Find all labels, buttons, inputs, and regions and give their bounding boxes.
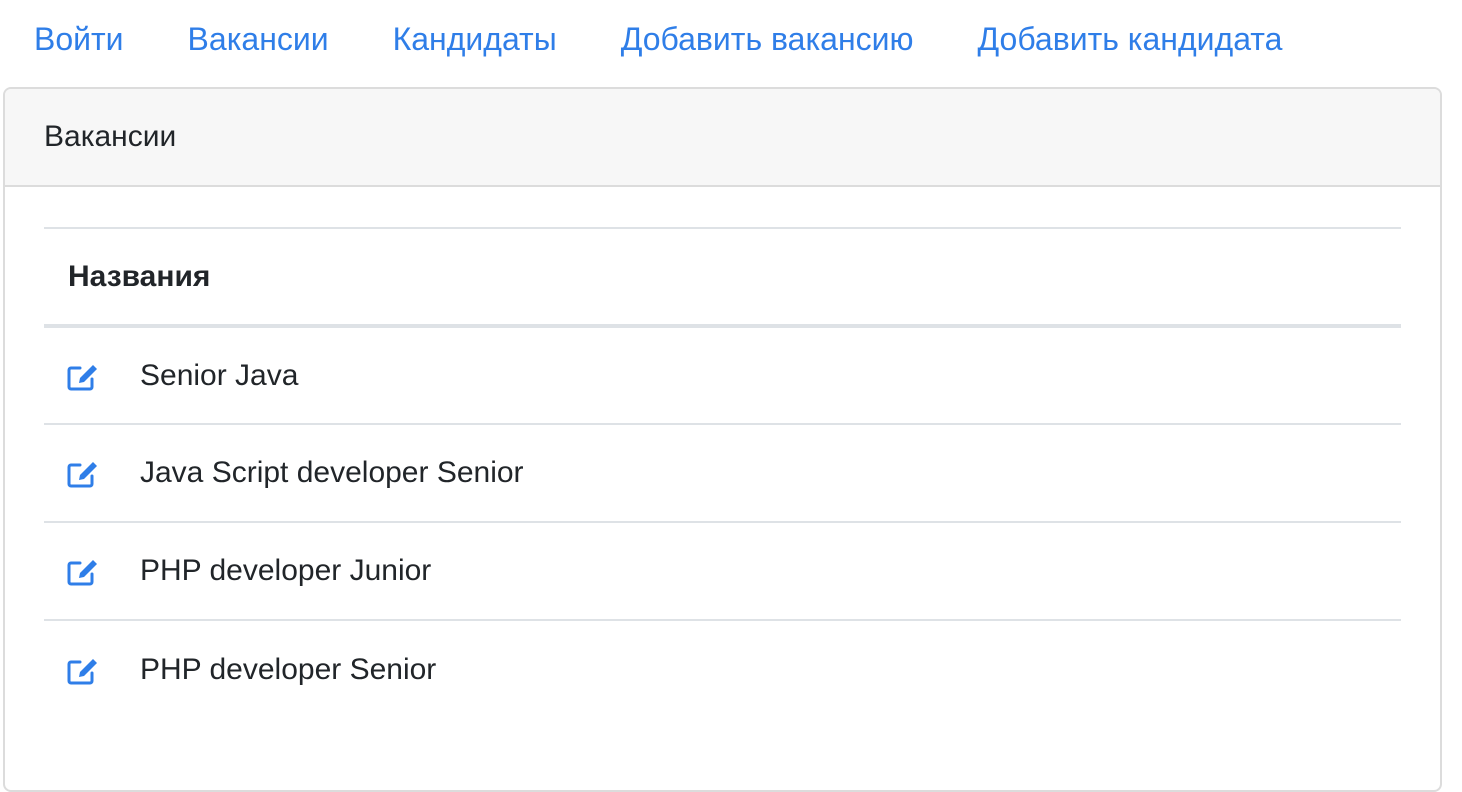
nav-login-link[interactable]: Войти [34,21,124,58]
vacancy-name: PHP developer Junior [140,522,1401,621]
table-header-row: Названия [44,227,1401,328]
edit-icon[interactable] [66,362,100,392]
nav-vacancies-link[interactable]: Вакансии [188,21,329,58]
vacancy-name: Senior Java [140,326,1401,425]
edit-icon[interactable] [66,656,100,686]
table-row: Senior Java [44,326,1401,425]
nav-add-vacancy-link[interactable]: Добавить вакансию [621,21,914,58]
card-header: Вакансии [5,89,1440,187]
vacancy-name: PHP developer Senior [140,652,437,686]
edit-icon[interactable] [66,557,100,587]
nav-add-candidate-link[interactable]: Добавить кандидата [977,21,1282,58]
table-row: Java Script developer Senior [44,424,1401,523]
vacancy-name: Java Script developer Senior [140,424,1401,523]
edit-icon[interactable] [66,459,100,489]
vacancies-table: Названия Senior Java Java Script develop… [44,227,1401,718]
vacancies-card: Вакансии Названия Senior Java Java Scrip… [3,87,1442,792]
top-nav: Войти Вакансии Кандидаты Добавить ваканс… [0,0,1462,86]
column-header-names: Названия [44,227,1401,328]
table-row: PHP developer Senior [44,620,1401,718]
card-body: Названия Senior Java Java Script develop… [5,187,1440,718]
nav-candidates-link[interactable]: Кандидаты [393,21,557,58]
table-row: PHP developer Junior [44,522,1401,621]
